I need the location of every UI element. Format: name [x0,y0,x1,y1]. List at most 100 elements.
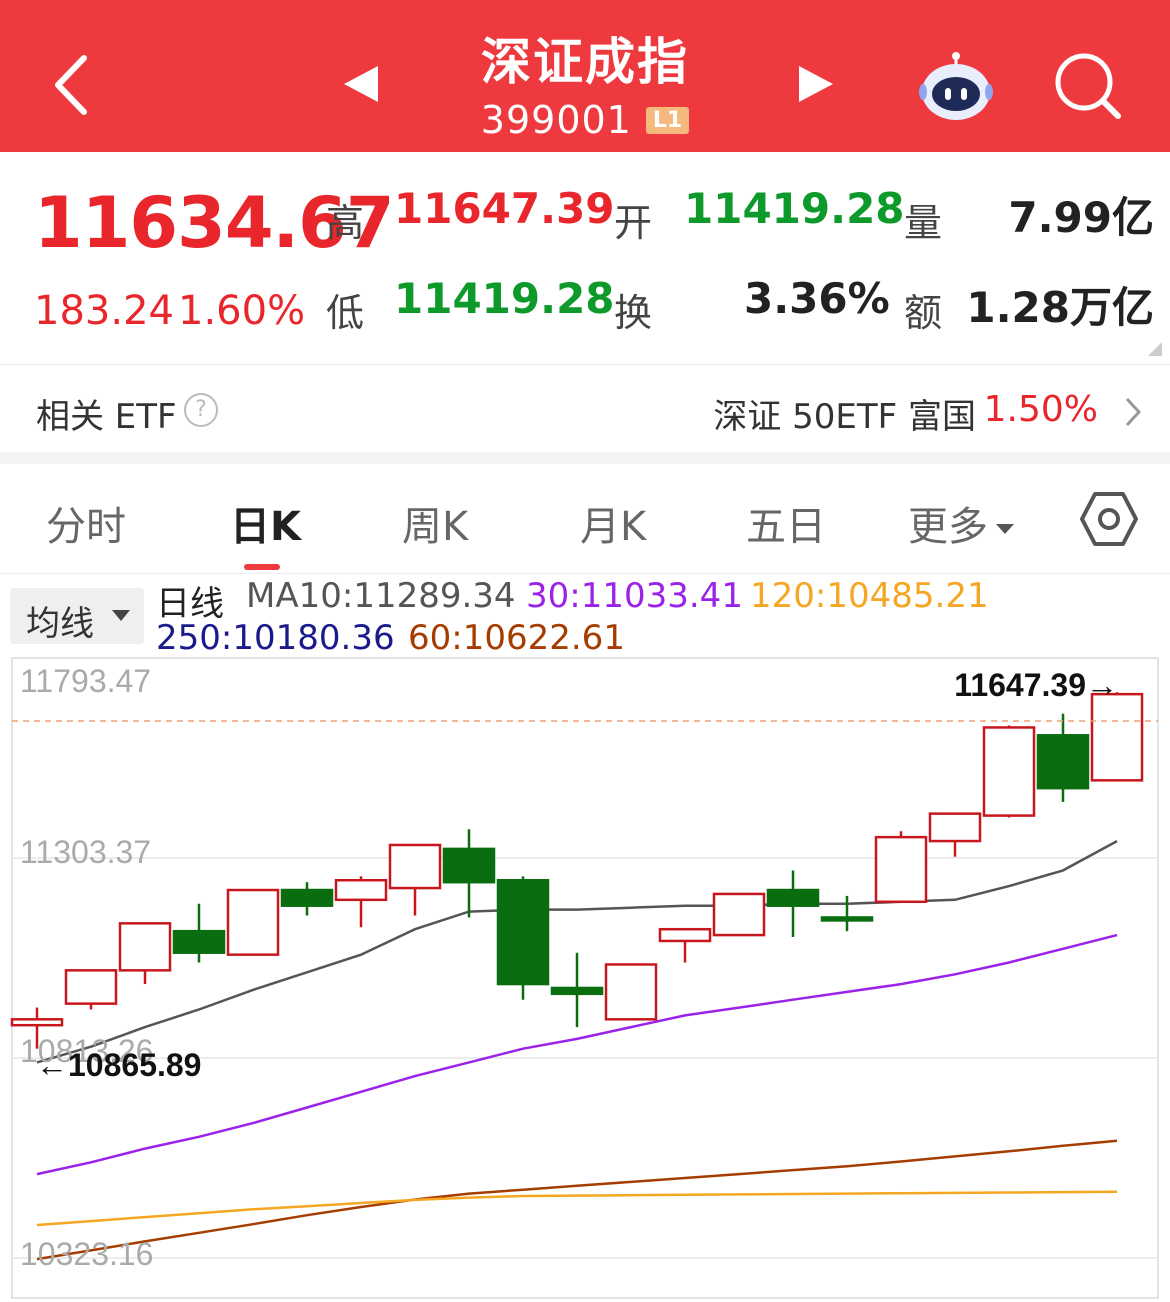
candle-down [280,882,334,916]
tab-daily-k[interactable]: 日K [230,494,301,552]
candle-up [1090,692,1144,782]
kline-chart[interactable]: 11793.47 11303.37 10813.26 10323.16 1164… [0,656,1170,1302]
candle-up [928,812,982,857]
turnover-value: 3.36% [744,274,890,323]
open-label: 开 [614,201,653,245]
robot-assistant-icon[interactable] [916,46,996,126]
candle-up [388,843,442,916]
candle-up [874,831,928,904]
ma120-line [36,1190,1118,1227]
next-stock-icon[interactable] [793,62,837,106]
candle-body [64,969,118,1005]
candle-body [1090,692,1144,782]
price-change: 183.24 [34,288,174,334]
candle-body [280,888,334,907]
candle-body [442,847,496,884]
high-value: 11647.39 [394,184,615,233]
active-tab-indicator [244,564,280,570]
candle-up [64,969,118,1010]
candle-body [604,963,658,1021]
y-tick-label: 11303.37 [20,834,151,870]
candle-body [982,726,1036,817]
settings-hexagon-icon[interactable] [1080,490,1138,548]
ma60-value: 60:10622.61 [408,618,625,658]
candle-body [388,843,442,890]
etf-change-pct: 1.50% [983,389,1098,430]
tab-more-label: 更多 [908,504,988,550]
ma-select-dropdown[interactable]: 均线 [10,588,144,644]
candle-body [550,986,604,996]
amount-label: 额 [904,291,943,335]
section-divider [0,452,1170,464]
chevron-right-icon [1125,397,1142,427]
high-label: 高 [326,201,365,245]
candle-body [496,878,550,986]
prev-stock-icon[interactable] [340,62,384,106]
etf-name: 深证 50ETF 富国 [713,397,976,437]
tab-intraday[interactable]: 分时 [46,494,126,552]
low-value: 11419.28 [394,274,615,323]
header-bar: 深证成指 399001 L1 [0,0,1170,152]
quote-panel: 11634.67 183.24 1.60% 高 11647.39 低 11419… [0,152,1170,364]
tab-monthly-k[interactable]: 月K [580,494,646,552]
candle-down [820,895,874,932]
open-value: 11419.28 [684,184,905,233]
min-price-marker: ←10865.89 [36,1047,201,1083]
ma60-line [36,1139,1118,1261]
candle-body [10,1018,64,1027]
candle-body [766,888,820,907]
ma10-value: MA10:11289.34 [246,576,516,616]
tab-five-day[interactable]: 五日 [746,494,826,552]
candle-up [118,922,172,985]
max-price-marker: 11647.39→ [954,667,1118,703]
candle-body [172,929,226,954]
back-arrow-icon[interactable] [40,48,104,122]
candle-down [1036,713,1090,802]
related-etf-row[interactable]: 相关 ETF ? 深证 50ETF 富国 1.50% [0,364,1170,452]
tab-more[interactable]: 更多 [908,494,1014,552]
candle-up [658,927,712,963]
search-icon[interactable] [1050,48,1126,124]
expand-corner-icon[interactable] [1148,342,1162,356]
amount-value: 1.28万亿 [966,283,1154,332]
volume-value: 7.99亿 [1008,193,1154,242]
turnover-label: 换 [614,291,653,335]
candle-up [226,888,280,956]
tab-weekly-k[interactable]: 周K [402,494,468,552]
candle-body [658,927,712,943]
candle-down [766,870,820,938]
stock-code: 399001 [480,98,632,142]
caret-down-icon [112,610,130,621]
candle-down [496,876,550,1000]
y-tick-label: 11793.47 [20,663,151,699]
period-tabs: 分时 日K 周K 月K 五日 更多 [0,464,1170,574]
candle-body [334,878,388,902]
help-icon[interactable]: ? [184,393,218,427]
candle-down [550,952,604,1028]
y-tick-label: 10323.16 [20,1236,153,1272]
code-row: 399001 L1 [400,98,770,142]
price-change-pct: 1.60% [178,288,306,334]
level-badge: L1 [645,106,690,134]
candle-body [712,892,766,937]
volume-label: 量 [904,201,943,245]
candle-body [928,812,982,843]
candle-down [172,903,226,963]
candle-up [982,725,1036,818]
candle-body [820,916,874,922]
candle-body [226,888,280,956]
candle-down [442,829,496,918]
ma120-value: 120:10485.21 [750,576,989,616]
candle-body [1036,734,1090,790]
caret-down-icon [996,524,1014,534]
page-title: 深证成指 [481,33,689,91]
candle-up [712,892,766,937]
ma250-value: 250:10180.36 [156,618,395,658]
etf-label: 相关 ETF [36,397,177,437]
candle-up [334,876,388,928]
ma-select-label: 均线 [26,604,94,644]
ma30-value: 30:11033.41 [526,576,743,616]
candle-body [118,922,172,972]
candle-up [604,963,658,1021]
low-label: 低 [326,291,365,335]
